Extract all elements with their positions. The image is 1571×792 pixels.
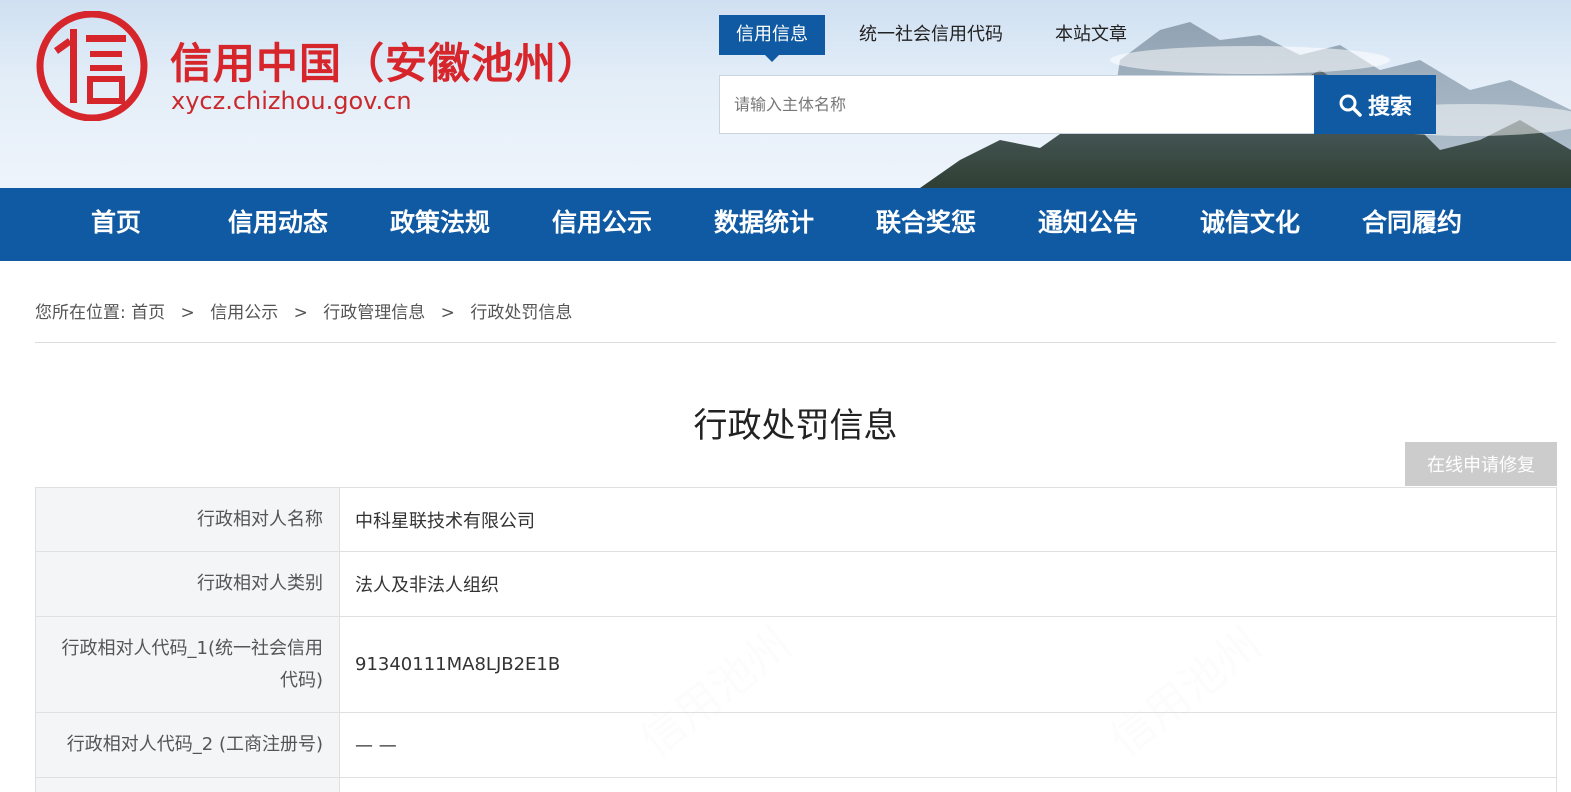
nav-item-statistics[interactable]: 数据统计 xyxy=(684,188,844,261)
main-nav: 首页 信用动态 政策法规 信用公示 数据统计 联合奖惩 通知公告 诚信文化 合同… xyxy=(0,188,1571,261)
table-row: 行政相对人代码_1(统一社会信用代码) 91340111MA8LJB2E1B xyxy=(35,617,1557,713)
nav-item-credit-news[interactable]: 信用动态 xyxy=(198,188,358,261)
nav-item-home[interactable]: 首页 xyxy=(36,188,196,261)
table-row xyxy=(35,778,1557,792)
breadcrumb-prefix: 您所在位置: xyxy=(35,303,126,323)
row-value xyxy=(340,778,1556,792)
row-label: 行政相对人代码_2 (工商注册号) xyxy=(36,713,340,777)
breadcrumb-admin-info[interactable]: 行政管理信息 xyxy=(323,303,425,323)
penalty-info-table: 行政相对人名称 中科星联技术有限公司 行政相对人类别 法人及非法人组织 行政相对… xyxy=(35,487,1557,792)
row-value: 91340111MA8LJB2E1B xyxy=(340,617,1556,712)
row-value: 中科星联技术有限公司 xyxy=(340,488,1556,551)
breadcrumb-credit-publicity[interactable]: 信用公示 xyxy=(210,303,278,323)
table-row: 行政相对人类别 法人及非法人组织 xyxy=(35,552,1557,617)
tab-credit-info[interactable]: 信用信息 xyxy=(719,15,825,62)
breadcrumb-separator: > xyxy=(180,303,195,323)
site-domain: xycz.chizhou.gov.cn xyxy=(171,87,412,115)
search-button-label: 搜索 xyxy=(1367,94,1412,120)
row-label: 行政相对人名称 xyxy=(36,488,340,551)
nav-item-credit-publicity[interactable]: 信用公示 xyxy=(522,188,682,261)
row-value: 法人及非法人组织 xyxy=(340,552,1556,616)
breadcrumb-separator: > xyxy=(440,303,455,323)
breadcrumb-divider xyxy=(35,342,1556,343)
row-label xyxy=(36,778,340,792)
breadcrumb: 您所在位置: 首页 > 信用公示 > 行政管理信息 > 行政处罚信息 xyxy=(35,298,572,323)
search-type-tabs: 信用信息 统一社会信用代码 本站文章 xyxy=(719,15,1145,62)
search-button[interactable]: 搜索 xyxy=(1314,75,1436,134)
nav-item-policy[interactable]: 政策法规 xyxy=(360,188,520,261)
site-title: 信用中国（安徽池州） xyxy=(170,39,601,88)
breadcrumb-current[interactable]: 行政处罚信息 xyxy=(470,303,572,323)
nav-item-integrity-culture[interactable]: 诚信文化 xyxy=(1170,188,1330,261)
nav-item-contract[interactable]: 合同履约 xyxy=(1332,188,1492,261)
table-row: 行政相对人代码_2 (工商注册号) — — xyxy=(35,713,1557,778)
row-label: 行政相对人类别 xyxy=(36,552,340,616)
table-row: 行政相对人名称 中科星联技术有限公司 xyxy=(35,488,1557,552)
search-icon xyxy=(1339,94,1362,117)
row-value: — — xyxy=(340,713,1556,777)
tab-site-articles[interactable]: 本站文章 xyxy=(1037,15,1145,55)
online-repair-button[interactable]: 在线申请修复 xyxy=(1405,442,1557,486)
page-title: 行政处罚信息 xyxy=(693,406,898,446)
site-header: 信用中国（安徽池州） xycz.chizhou.gov.cn 信用信息 统一社会… xyxy=(0,0,1571,188)
tab-unified-credit-code[interactable]: 统一社会信用代码 xyxy=(841,15,1021,55)
xin-seal-logo-icon xyxy=(36,11,148,121)
nav-item-joint-rewards[interactable]: 联合奖惩 xyxy=(846,188,1006,261)
row-label: 行政相对人代码_1(统一社会信用代码) xyxy=(36,617,340,712)
breadcrumb-home[interactable]: 首页 xyxy=(131,303,165,323)
nav-item-notices[interactable]: 通知公告 xyxy=(1008,188,1168,261)
breadcrumb-separator: > xyxy=(293,303,308,323)
search-input[interactable] xyxy=(719,75,1315,134)
